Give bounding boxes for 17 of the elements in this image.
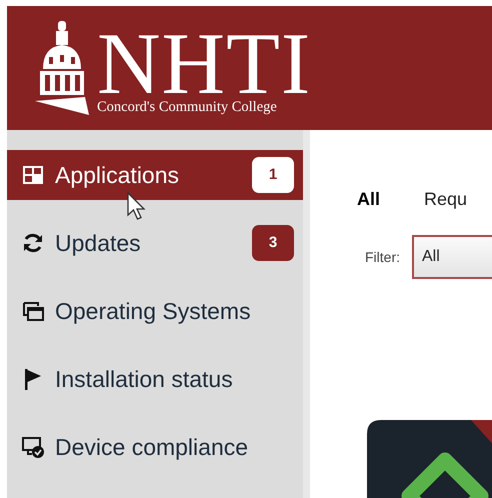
logo-subtitle: Concord's Community College xyxy=(97,100,277,114)
tab[interactable]: Requ xyxy=(424,186,468,213)
windows-icon xyxy=(21,299,45,323)
count-badge: 1 xyxy=(252,157,294,193)
logo-title: NHTI xyxy=(97,30,312,100)
count-badge: 3 xyxy=(252,225,294,261)
dome-logo-icon xyxy=(35,19,89,117)
sidebar-item[interactable]: Installation status xyxy=(7,354,303,404)
sidebar-item[interactable]: Operating Systems xyxy=(7,286,303,336)
filter-dropdown[interactable]: All xyxy=(412,235,492,279)
tab[interactable]: All xyxy=(357,186,380,213)
sidebar-item[interactable]: Updates 3 xyxy=(7,218,303,268)
sidebar-item[interactable]: Device compliance xyxy=(7,422,303,472)
device-check-icon xyxy=(21,435,45,459)
grid-icon xyxy=(21,163,45,187)
refresh-icon xyxy=(21,231,45,255)
filter-label: Filter: xyxy=(365,248,400,266)
